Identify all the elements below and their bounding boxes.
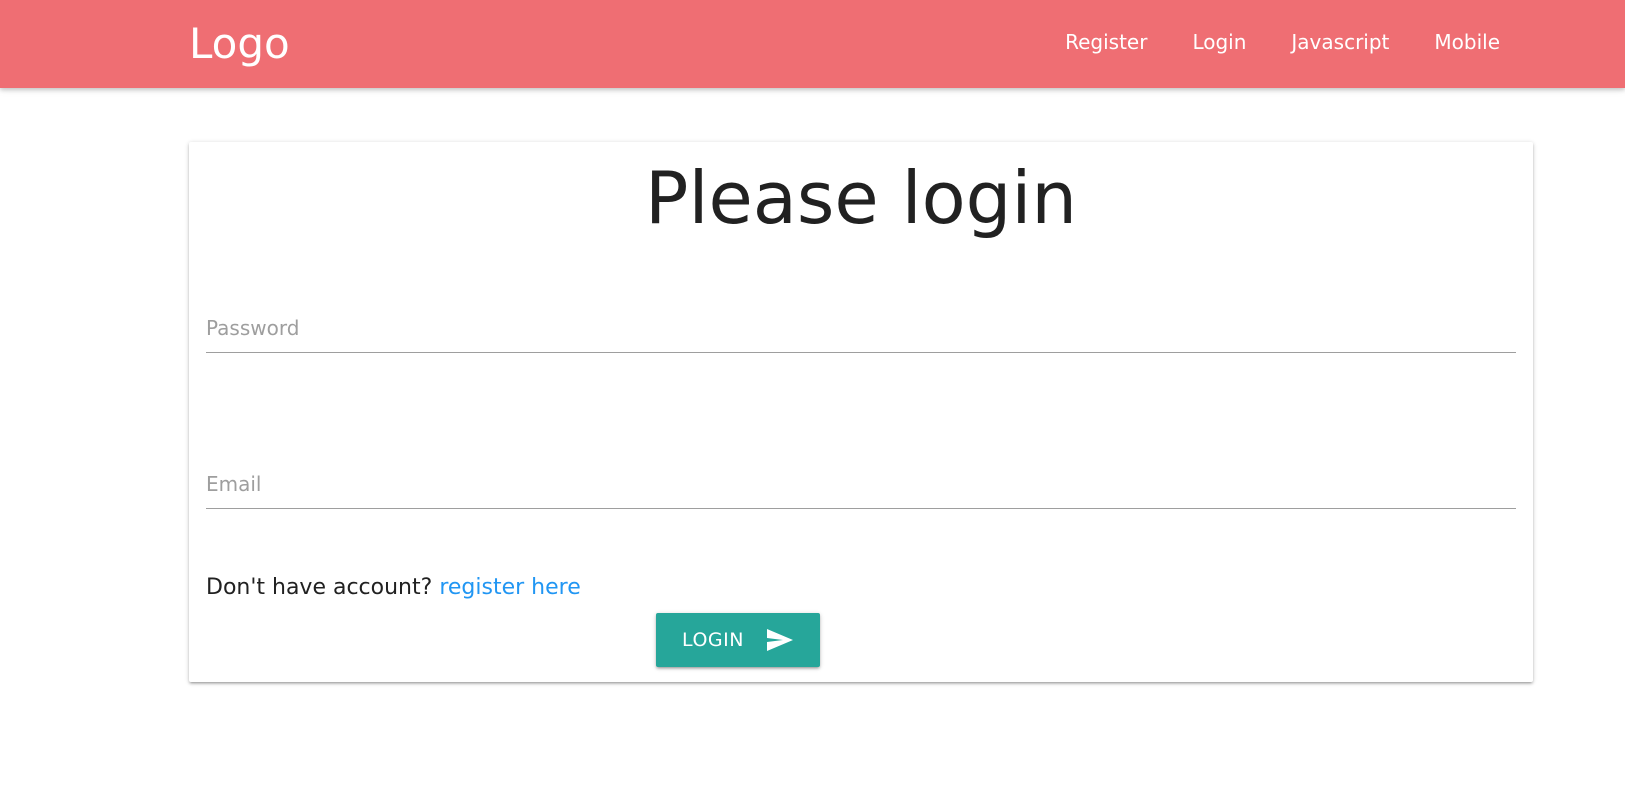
login-button-label: LOGIN bbox=[682, 629, 744, 651]
nav-link-javascript[interactable]: Javascript bbox=[1291, 25, 1389, 59]
nav-link-mobile[interactable]: Mobile bbox=[1434, 25, 1500, 59]
send-icon bbox=[766, 628, 794, 652]
register-prompt-text: Don't have account? bbox=[206, 575, 433, 600]
login-card: Please login Don't have account? registe… bbox=[189, 142, 1533, 682]
password-field-container bbox=[206, 305, 1516, 353]
nav-links: Register Login Javascript Mobile bbox=[1020, 25, 1500, 59]
login-button[interactable]: LOGIN bbox=[656, 613, 820, 667]
logo[interactable]: Logo bbox=[189, 16, 290, 72]
password-field[interactable] bbox=[206, 305, 1516, 351]
page-title: Please login bbox=[645, 156, 1077, 240]
nav-link-register[interactable]: Register bbox=[1065, 25, 1147, 59]
email-field-container bbox=[206, 461, 1516, 509]
register-link[interactable]: register here bbox=[439, 575, 580, 600]
email-field[interactable] bbox=[206, 461, 1516, 507]
top-navbar: Logo Register Login Javascript Mobile bbox=[0, 0, 1625, 88]
nav-link-login[interactable]: Login bbox=[1192, 25, 1246, 59]
register-prompt: Don't have account? register here bbox=[206, 572, 581, 604]
